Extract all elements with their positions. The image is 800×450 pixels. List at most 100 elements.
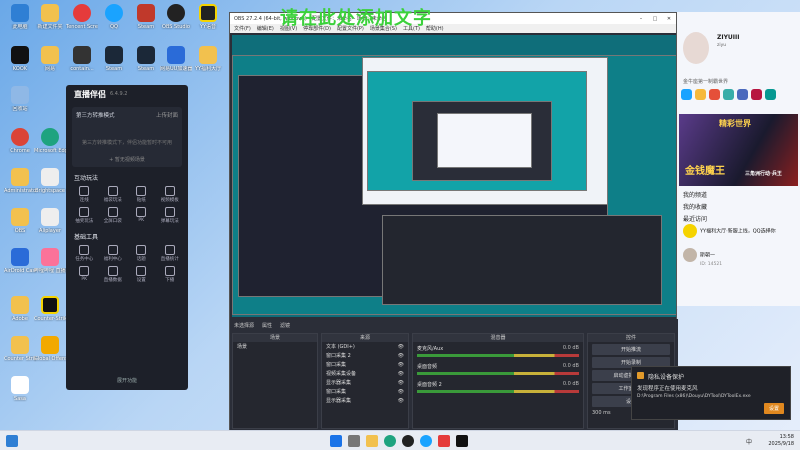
mixer-channel[interactable]: 桌面音频 2 0.0 dB (413, 378, 583, 396)
video-template-icon (164, 186, 175, 196)
app-icon[interactable] (723, 89, 734, 100)
desktop-icon-folder[interactable]: 新建文件夹 (34, 4, 66, 30)
tool-item[interactable]: 视频模板 (158, 186, 183, 203)
filters-button[interactable]: 滤镜 (280, 322, 290, 329)
ime-indicator[interactable]: 中 (746, 437, 752, 446)
desktop-icon-bilibili[interactable]: 哔哩哔哩 直播姬 (34, 248, 66, 274)
desktop-icon-steam-3[interactable]: Steam (130, 46, 162, 72)
desktop-icon-kook[interactable]: KOOK (4, 46, 36, 72)
desktop-icon-yy-fuli[interactable]: YY福利大厅 (192, 46, 224, 72)
expand-features-button[interactable]: 展开功能 (66, 377, 188, 384)
qq-my-favorites[interactable]: 我的收藏 (683, 202, 707, 211)
desktop-icon-qq[interactable]: QQ (98, 4, 130, 30)
mixer-channel[interactable]: 麦克风/Aux 0.0 dB (413, 342, 583, 360)
mixer-channel[interactable]: 桌面音频 0.0 dB (413, 360, 583, 378)
qq-taskbar-icon[interactable] (420, 435, 432, 447)
desktop-icon-steam-2[interactable]: Steam (98, 46, 130, 72)
desktop-icon-administrator[interactable]: Administrator (4, 168, 36, 194)
desktop-icon-edge[interactable]: Microsoft Edge (34, 128, 66, 154)
qq-username[interactable]: ZIYUIII (717, 34, 740, 41)
tool-item[interactable]: PK (72, 266, 97, 283)
tool-item[interactable]: 抽奖玩法 (72, 207, 97, 224)
visibility-icon: 👁 (397, 379, 404, 386)
scene-placeholder[interactable]: + 暂无视频场景 (76, 156, 178, 163)
scene-item[interactable]: 场景 (233, 342, 317, 351)
tool-item[interactable]: PK (129, 207, 154, 224)
menu-file[interactable]: 文件(F) (234, 25, 251, 32)
desktop-icon-contain[interactable]: contain... (66, 46, 98, 72)
qq-my-channel[interactable]: 我的频道 (683, 190, 707, 199)
obs-preview[interactable] (232, 35, 676, 317)
desktop-icon-obs-2[interactable]: OBS (4, 208, 36, 234)
menu-edit[interactable]: 编辑(E) (257, 25, 274, 32)
desktop-icon-recycle-bin[interactable]: 回收站 (4, 86, 36, 112)
minimize-icon[interactable]: – (634, 16, 648, 22)
tool-item[interactable]: 福利中心 (101, 245, 126, 262)
app-icon[interactable] (751, 89, 762, 100)
toast-settings-button[interactable]: 设置 (763, 403, 784, 414)
qq-recent-visits[interactable]: 最近访问 (683, 214, 707, 223)
desktop-icon-this-pc[interactable]: 此电脑 (4, 4, 36, 30)
app-icon[interactable] (709, 89, 720, 100)
source-item[interactable]: 视频采集设备 👁 (322, 369, 408, 378)
widgets-icon[interactable] (6, 435, 18, 447)
file-explorer-icon[interactable] (366, 435, 378, 447)
clock[interactable]: 13:58 2025/9/18 (768, 434, 794, 448)
tool-item[interactable]: 贴纸 (129, 186, 154, 203)
desktop-icon-aliplayer[interactable]: Aliplayer (34, 208, 66, 234)
properties-button[interactable]: 属性 (262, 322, 272, 329)
desktop-icon-cs2[interactable]: Counter-Strike 2 (34, 296, 66, 322)
qq-chat-item[interactable]: YY福利大厅·新服上线，QQ选择你 (683, 224, 795, 238)
live-companion-taskbar-icon[interactable] (456, 435, 468, 447)
source-item[interactable]: 显示器采集 👁 (322, 396, 408, 405)
toast-title: 隐私设备保护 (632, 367, 790, 383)
tool-item[interactable]: 全屏口袋 (101, 207, 126, 224)
tool-item[interactable]: 任务中心 (72, 245, 97, 262)
tool-item[interactable]: 福袋玩法 (101, 186, 126, 203)
desktop-icon-chrome[interactable]: Chrome (4, 128, 36, 154)
desktop-icon-brightspace[interactable]: Brightspace (34, 168, 66, 194)
close-icon[interactable]: ✕ (662, 16, 676, 22)
desktop-icon-recorder[interactable]: Tencent Screen Recorder (66, 4, 98, 30)
desktop-icon-adobe[interactable]: Adobe (4, 296, 36, 322)
start-icon[interactable] (330, 435, 342, 447)
source-item[interactable]: 文本 (GDI+) 👁 (322, 342, 408, 351)
desktop-icon-sasa[interactable]: Sasa (4, 376, 36, 402)
tool-item[interactable]: 下播 (158, 266, 183, 283)
qq-game-banner[interactable]: 精彩世界 金钱魔王 三角洲行动·兵王 (679, 114, 798, 186)
tool-item[interactable]: 直播数据 (101, 266, 126, 283)
live-companion-version: 6.4.9.2 (110, 91, 128, 97)
tool-item[interactable]: 直播统计 (158, 245, 183, 262)
qq-chat-item[interactable]: 斯朝一 ID: 14521 (683, 248, 795, 267)
maximize-icon[interactable]: □ (648, 16, 662, 22)
app-icon[interactable] (681, 89, 692, 100)
desktop-icon-csgo[interactable]: Global Offensive (34, 336, 66, 362)
recorder-taskbar-icon[interactable] (438, 435, 450, 447)
start-streaming-button[interactable]: 开始推流 (592, 344, 670, 355)
desktop-icon-steam[interactable]: Steam (130, 4, 162, 30)
source-item[interactable]: 窗口采集 👁 (322, 360, 408, 369)
app-icon[interactable] (737, 89, 748, 100)
third-party-mode-label[interactable]: 第三方转推模式 (76, 111, 115, 119)
tool-item[interactable]: 连线 (72, 186, 97, 203)
tool-item[interactable]: 设置 (129, 266, 154, 283)
desktop-icon-yy[interactable]: YY语音 (192, 4, 224, 30)
source-item[interactable]: 窗口采集 2 👁 (322, 351, 408, 360)
edge-icon[interactable] (384, 435, 396, 447)
desktop-icon-uu[interactable]: 网易UU加速器 (160, 46, 192, 72)
desktop-icon-obs[interactable]: OBS Studio (160, 4, 192, 30)
desktop-icon-airdroid[interactable]: AirDroid Cast (4, 248, 36, 274)
tool-item[interactable]: 话题 (129, 245, 154, 262)
app-icon[interactable] (695, 89, 706, 100)
desktop-icon-counter-strike[interactable]: Counter Strike (4, 336, 36, 362)
taskbar: 中 13:58 2025/9/18 (0, 430, 800, 450)
desktop-icon-netease[interactable]: 网易 (34, 46, 66, 72)
source-item[interactable]: 窗口采集 👁 (322, 387, 408, 396)
app-icon[interactable] (765, 89, 776, 100)
obs-taskbar-icon[interactable] (402, 435, 414, 447)
source-item[interactable]: 显示器采集 👁 (322, 378, 408, 387)
avatar[interactable] (683, 32, 709, 64)
search-icon[interactable] (348, 435, 360, 447)
upload-cover-button[interactable]: 上传封面 (156, 111, 178, 119)
tool-item[interactable]: 弹幕玩法 (158, 207, 183, 224)
